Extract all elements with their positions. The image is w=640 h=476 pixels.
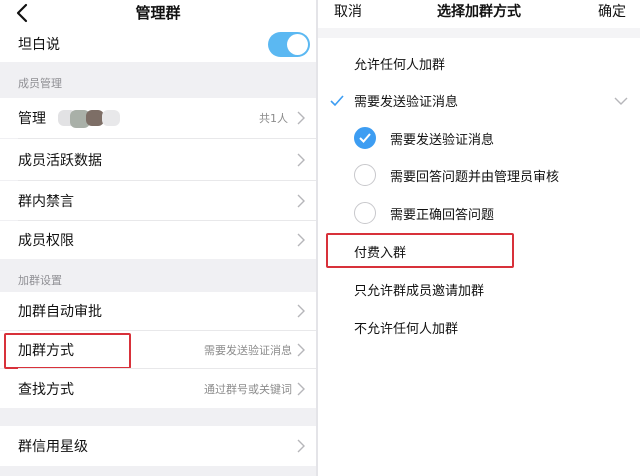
row-member-permission[interactable]: 成员权限 (0, 221, 316, 259)
chevron-down-icon[interactable] (614, 96, 628, 106)
top-bar: 管理群 (0, 0, 316, 28)
chevron-right-icon (297, 343, 305, 357)
member-count: 共1人 (259, 112, 288, 125)
toggle-row-tanbaishuo: 坦白说 (0, 28, 316, 62)
member-admin-label: 管理 (18, 111, 46, 127)
highlight-box (326, 233, 514, 268)
checkmark-icon (359, 133, 371, 143)
blurred-avatars (58, 107, 124, 129)
chevron-right-icon (297, 153, 305, 167)
chevron-right-icon (297, 233, 305, 247)
toggle-row-label: 坦白说 (18, 37, 60, 53)
option-allow-anyone[interactable]: 允许任何人加群 (354, 54, 445, 73)
chevron-right-icon (297, 304, 305, 318)
confirm-button[interactable]: 确定 (598, 1, 626, 21)
toggle-knob (287, 34, 308, 55)
chevron-right-icon (297, 194, 305, 208)
radio-checked[interactable] (354, 127, 376, 149)
chevron-right-icon (297, 111, 305, 125)
group-mute-label: 群内禁言 (18, 194, 74, 210)
chevron-right-icon (297, 439, 305, 453)
chevron-right-icon (297, 382, 305, 396)
blurred-avatar (102, 110, 120, 126)
option-require-verification[interactable]: 需要发送验证消息 (354, 91, 458, 110)
row-credit-rating[interactable]: 群信用星级 (0, 426, 316, 466)
sub-option-answer-and-review[interactable]: 需要回答问题并由管理员审核 (390, 166, 559, 185)
header-gap (318, 28, 640, 38)
find-method-label: 查找方式 (18, 382, 74, 398)
auto-approve-label: 加群自动审批 (18, 304, 102, 320)
find-method-value: 通过群号或关键词 (204, 383, 292, 396)
radio-unchecked[interactable] (354, 202, 376, 224)
section-title-join: 加群设置 (18, 274, 62, 287)
row-member-activity[interactable]: 成员活跃数据 (0, 139, 316, 180)
group-management-panel: 管理群 坦白说 成员管理 管理 共1人 成员活跃数据 群内禁言 成员权限 加群设… (0, 0, 316, 476)
member-permission-label: 成员权限 (18, 233, 74, 249)
row-group-mute[interactable]: 群内禁言 (0, 181, 316, 220)
tanbaishuo-toggle[interactable] (268, 32, 310, 57)
page-title: 管理群 (135, 4, 181, 22)
picker-header: 取消 选择加群方式 确定 (318, 0, 640, 28)
radio-unchecked[interactable] (354, 164, 376, 186)
sub-option-answer-correctly[interactable]: 需要正确回答问题 (390, 204, 494, 223)
section-title-member: 成员管理 (18, 77, 62, 90)
picker-title: 选择加群方式 (437, 4, 521, 20)
option-member-invite-only[interactable]: 只允许群成员邀请加群 (354, 280, 484, 299)
join-method-picker: 取消 选择加群方式 确定 允许任何人加群 需要发送验证消息 需要发送验证消息 需… (318, 0, 640, 476)
checkmark-icon (330, 95, 344, 107)
join-method-value: 需要发送验证消息 (204, 344, 292, 357)
credit-rating-label: 群信用星级 (18, 439, 88, 455)
highlight-box (4, 333, 131, 369)
row-find-method[interactable]: 查找方式 通过群号或关键词 (0, 369, 316, 408)
row-auto-approve[interactable]: 加群自动审批 (0, 292, 316, 330)
option-allow-no-one[interactable]: 不允许任何人加群 (354, 318, 458, 337)
row-member-admin[interactable]: 管理 共1人 (0, 98, 316, 138)
member-activity-label: 成员活跃数据 (18, 153, 102, 169)
sub-option-send-message[interactable]: 需要发送验证消息 (390, 129, 494, 148)
